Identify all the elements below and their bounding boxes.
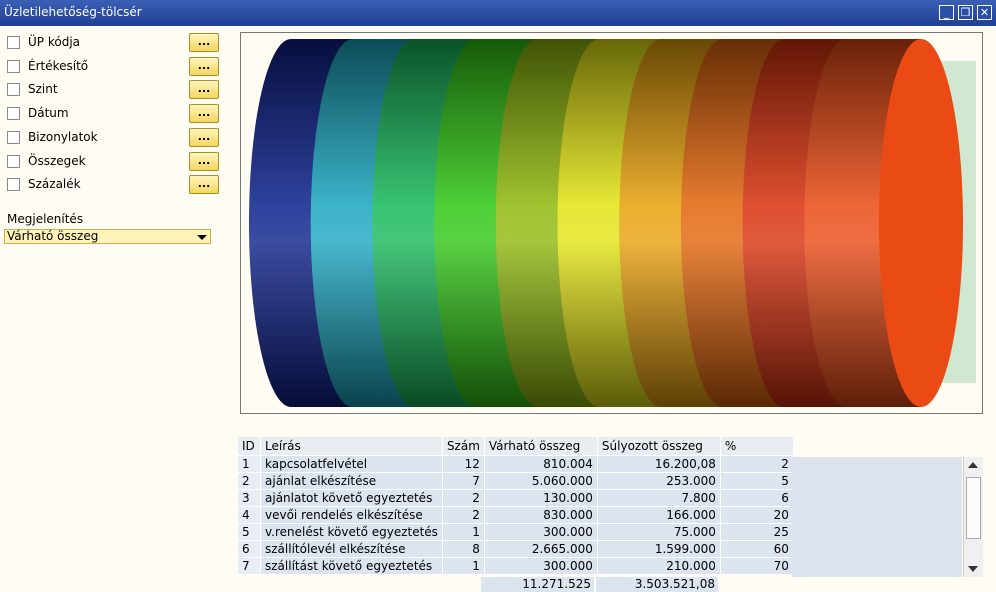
cell-expected: 130.000 [484, 489, 598, 507]
documents-ellipsis-button[interactable]: ... [189, 128, 219, 147]
table-empty-area [792, 457, 962, 577]
close-button[interactable]: ✕ [977, 5, 992, 20]
window-title: Üzletilehetőség-tölcsér [4, 5, 142, 19]
option-label: Szint [28, 82, 58, 96]
percentage-ellipsis-button[interactable]: ... [189, 175, 219, 194]
cell-percent: 20 [720, 506, 794, 524]
cell-count: 8 [442, 540, 485, 558]
up-code-ellipsis-button[interactable]: ... [189, 33, 219, 52]
title-bar: Üzletilehetőség-tölcsér _ ❐ ✕ [0, 0, 996, 26]
table-scrollbar[interactable] [963, 457, 983, 577]
cell-count: 1 [442, 523, 485, 541]
cell-percent: 60 [720, 540, 794, 558]
table-row[interactable]: 5 v.renelést követő egyeztetés 1 300.000… [238, 523, 794, 541]
total-expected: 11.271.525 [481, 577, 594, 592]
funnel-svg [249, 39, 976, 407]
display-label: Megjelenítés [7, 212, 84, 226]
option-label: Értékesítő [28, 59, 89, 73]
up-code-checkbox[interactable] [7, 36, 20, 49]
cell-expected: 810.004 [484, 455, 598, 473]
cell-percent: 2 [720, 455, 794, 473]
cell-description: szállítólevél elkészítése [260, 540, 443, 558]
cell-percent: 70 [720, 557, 794, 575]
funnel-front-face [879, 39, 963, 407]
cell-count: 2 [442, 489, 485, 507]
cell-id: 6 [238, 540, 261, 558]
salesperson-ellipsis-button[interactable]: ... [189, 57, 219, 76]
column-header-description[interactable]: Leírás [260, 437, 443, 456]
table-row[interactable]: 1 kapcsolatfelvétel 12 810.004 16.200,08… [238, 455, 794, 473]
column-header-expected-amount[interactable]: Várható összeg [484, 437, 598, 456]
table-row[interactable]: 7 szállítást követő egyeztetés 1 300.000… [238, 557, 794, 575]
cell-weighted: 16.200,08 [597, 455, 721, 473]
scroll-up-icon[interactable] [968, 462, 978, 468]
cell-id: 3 [238, 489, 261, 507]
level-ellipsis-button[interactable]: ... [189, 80, 219, 99]
cell-id: 7 [238, 557, 261, 575]
salesperson-checkbox[interactable] [7, 60, 20, 73]
cell-expected: 2.665.000 [484, 540, 598, 558]
option-label: ÜP kódja [28, 35, 81, 49]
cell-id: 1 [238, 455, 261, 473]
cell-percent: 25 [720, 523, 794, 541]
cell-expected: 300.000 [484, 523, 598, 541]
cell-id: 5 [238, 523, 261, 541]
cell-expected: 5.060.000 [484, 472, 598, 490]
option-label: Bizonylatok [28, 130, 98, 144]
table-row[interactable]: 2 ajánlat elkészítése 7 5.060.000 253.00… [238, 472, 794, 490]
funnel-chart [240, 32, 983, 414]
date-checkbox[interactable] [7, 107, 20, 120]
amounts-ellipsis-button[interactable]: ... [189, 152, 219, 171]
cell-id: 4 [238, 506, 261, 524]
column-header-percent[interactable]: % [720, 437, 794, 456]
cell-weighted: 166.000 [597, 506, 721, 524]
table-row[interactable]: 4 vevői rendelés elkészítése 2 830.000 1… [238, 506, 794, 524]
table-header-row: ID Leírás Szám Várható összeg Súlyozott … [238, 437, 794, 456]
scroll-thumb[interactable] [966, 477, 981, 539]
cell-count: 12 [442, 455, 485, 473]
cell-percent: 5 [720, 472, 794, 490]
option-label: Összegek [28, 154, 86, 168]
column-header-id[interactable]: ID [238, 437, 261, 456]
cell-weighted: 75.000 [597, 523, 721, 541]
scroll-down-icon[interactable] [968, 566, 978, 572]
column-header-count[interactable]: Szám [442, 437, 485, 456]
date-ellipsis-button[interactable]: ... [189, 104, 219, 123]
cell-count: 7 [442, 472, 485, 490]
cell-id: 2 [238, 472, 261, 490]
display-select[interactable]: Várható összeg [4, 229, 211, 244]
cell-description: v.renelést követő egyeztetés [260, 523, 443, 541]
cell-count: 2 [442, 506, 485, 524]
cell-description: ajánlatot követő egyeztetés [260, 489, 443, 507]
option-label: Százalék [28, 177, 81, 191]
cell-percent: 6 [720, 489, 794, 507]
table-row[interactable]: 3 ajánlatot követő egyeztetés 2 130.000 … [238, 489, 794, 507]
cell-count: 1 [442, 557, 485, 575]
funnel-table: ID Leírás Szám Várható összeg Súlyozott … [238, 437, 794, 575]
cell-description: kapcsolatfelvétel [260, 455, 443, 473]
display-select-value: Várható összeg [7, 229, 99, 243]
cell-description: szállítást követő egyeztetés [260, 557, 443, 575]
cell-weighted: 7.800 [597, 489, 721, 507]
minimize-button[interactable]: _ [939, 5, 954, 20]
cell-description: vevői rendelés elkészítése [260, 506, 443, 524]
cell-weighted: 1.599.000 [597, 540, 721, 558]
cell-weighted: 210.000 [597, 557, 721, 575]
restore-button[interactable]: ❐ [958, 5, 973, 20]
amounts-checkbox[interactable] [7, 155, 20, 168]
cell-description: ajánlat elkészítése [260, 472, 443, 490]
cell-weighted: 253.000 [597, 472, 721, 490]
option-label: Dátum [28, 106, 69, 120]
level-checkbox[interactable] [7, 83, 20, 96]
table-row[interactable]: 6 szállítólevél elkészítése 8 2.665.000 … [238, 540, 794, 558]
cell-expected: 830.000 [484, 506, 598, 524]
percentage-checkbox[interactable] [7, 178, 20, 191]
chevron-down-icon [197, 235, 207, 240]
documents-checkbox[interactable] [7, 131, 20, 144]
total-weighted: 3.503.521,08 [596, 577, 718, 592]
cell-expected: 300.000 [484, 557, 598, 575]
column-header-weighted-amount[interactable]: Súlyozott összeg [597, 437, 721, 456]
